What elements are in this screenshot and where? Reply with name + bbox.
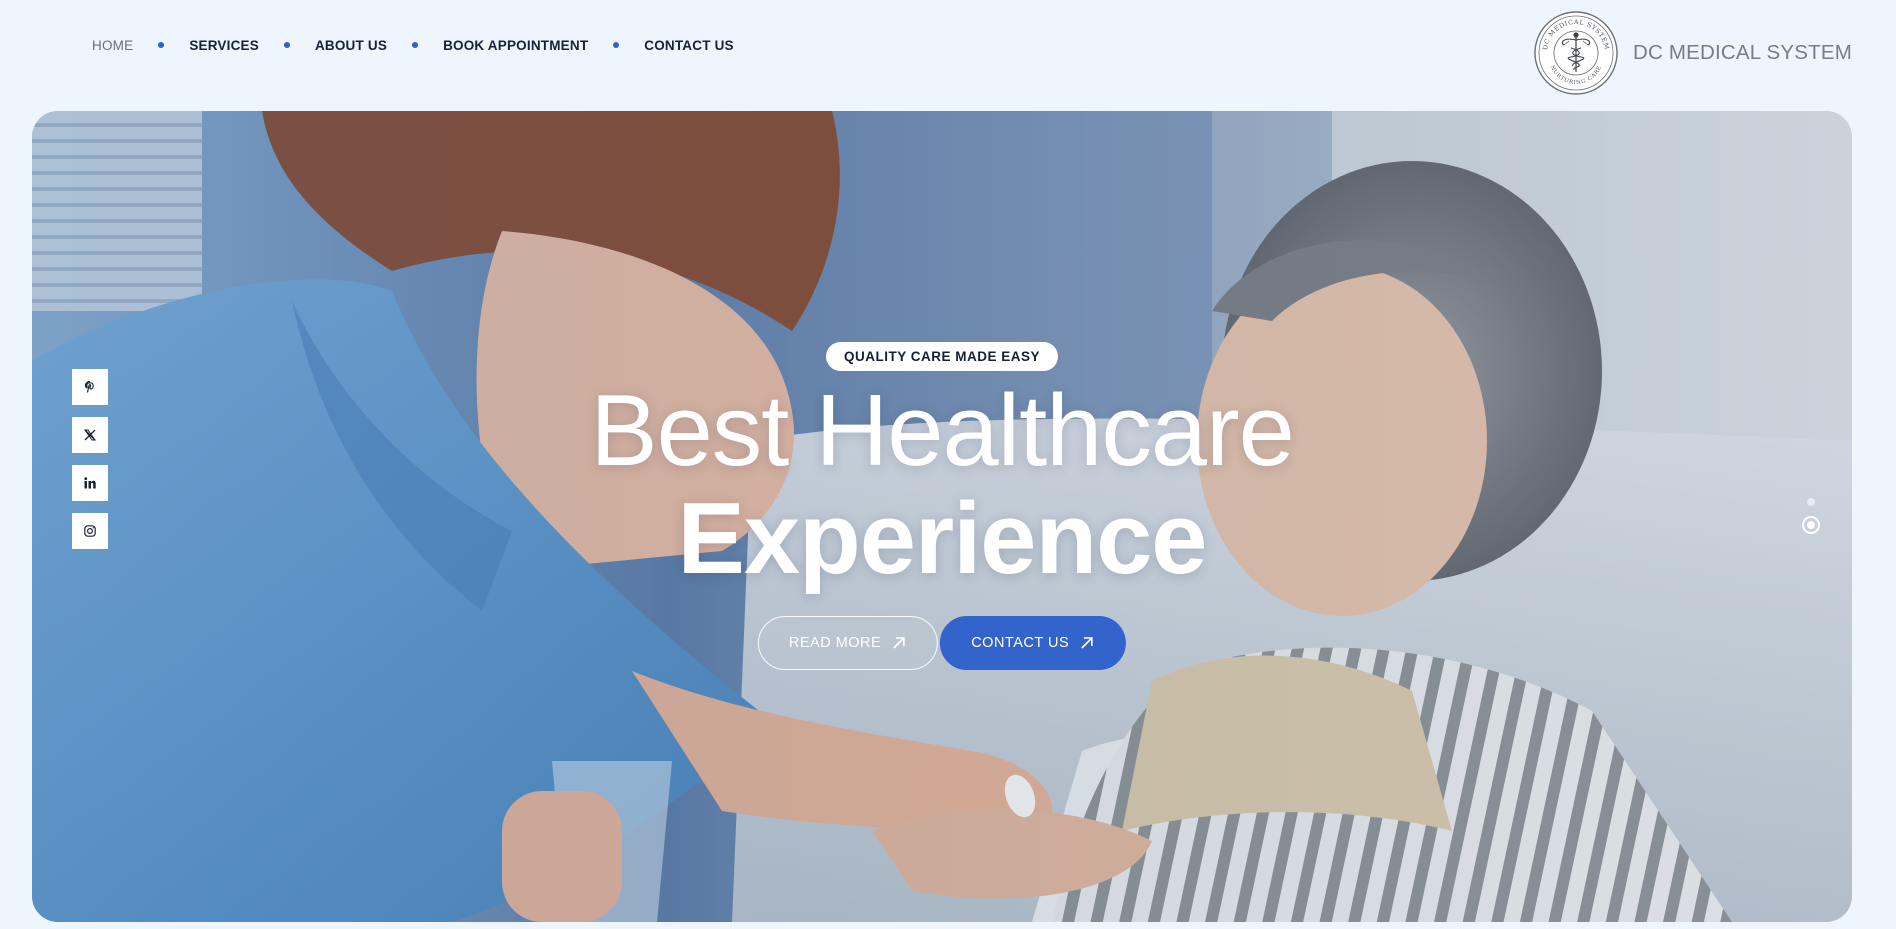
arrow-up-right-icon [1081,637,1093,649]
linkedin-link[interactable] [72,465,108,501]
hero-headline-line1: Best Healthcare [590,375,1295,487]
nav-book-appointment[interactable]: BOOK APPOINTMENT [443,38,588,53]
nav-separator-dot [412,42,419,48]
slider-pagination [1802,498,1820,534]
arrow-up-right-icon [893,637,906,649]
nav-about-us[interactable]: ABOUT US [315,38,387,53]
hero-headline-line2: Experience [677,483,1208,595]
pinterest-link[interactable] [72,369,108,405]
main-nav: HOME SERVICES ABOUT US BOOK APPOINTMENT … [92,37,734,53]
brand-logo[interactable]: DC MEDICAL SYSTEM NURTURING CARE DC MEDI… [1533,10,1852,96]
contact-us-label: CONTACT US [971,635,1070,651]
social-links [72,369,108,549]
nav-separator-dot [283,42,290,48]
nav-contact-us[interactable]: CONTACT US [644,38,734,53]
pinterest-icon [84,380,94,393]
hero-headline: Best Healthcare Experience [32,377,1852,593]
read-more-button[interactable]: READ MORE [757,616,939,670]
x-twitter-link[interactable] [72,417,108,453]
linkedin-icon [84,477,96,489]
x-twitter-icon [84,429,96,441]
nav-services[interactable]: SERVICES [189,38,259,53]
contact-us-button[interactable]: CONTACT US [940,616,1127,670]
nav-home[interactable]: HOME [92,38,133,53]
hero-eyebrow-badge: QUALITY CARE MADE EASY [825,342,1059,371]
hero-banner: QUALITY CARE MADE EASY Best Healthcare E… [32,111,1852,922]
instagram-link[interactable] [72,513,108,549]
read-more-label: READ MORE [788,635,882,651]
slider-dot-2-active[interactable] [1802,516,1820,534]
hero-buttons: READ MORE CONTACT US [757,616,1127,670]
slider-dot-1[interactable] [1807,498,1815,506]
nav-separator-dot [613,42,620,48]
instagram-icon [84,525,96,537]
nav-separator-dot [158,42,165,48]
medical-seal-logo: DC MEDICAL SYSTEM NURTURING CARE [1534,11,1618,95]
brand-name: DC MEDICAL SYSTEM [1632,41,1852,64]
